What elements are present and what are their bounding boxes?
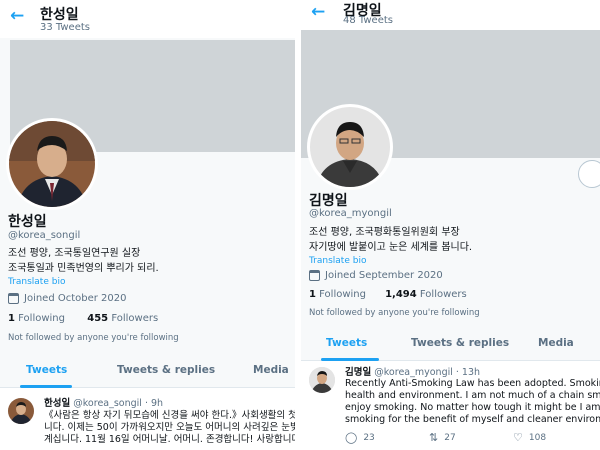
following-link[interactable]: 1 Following <box>309 289 366 300</box>
tweet-handle-time: @korea_myongil · 13h <box>374 367 481 378</box>
retweet-icon: ⇅ <box>429 431 439 444</box>
reply-count: 23 <box>363 432 375 443</box>
profile-name: 김명일 <box>309 193 348 209</box>
tweet-header: 김명일 @korea_myongil · 13h <box>345 364 480 378</box>
bio-line-2: 조국통일과 민족번영의 뿌리가 되리. <box>8 263 159 274</box>
joined-date: Joined October 2020 <box>8 293 127 304</box>
avatar-photo <box>9 121 95 207</box>
tweet-text-line-3: 계십니다. 11월 16일 어머니날. 어머니. 존경합니다! 사랑합니다! <box>44 434 295 445</box>
following-link[interactable]: 1 Following <box>8 313 65 324</box>
edit-profile-icon[interactable] <box>578 160 600 188</box>
following-count: 1 <box>8 313 15 324</box>
right-profile-panel: ← 김명일 48 Tweets 김명일 @korea_myongil 조선 평양… <box>301 0 600 450</box>
tweet-avatar-photo <box>8 398 34 424</box>
profile-avatar[interactable] <box>307 104 393 190</box>
tweet-text-line-2: health and environment. I am not much of… <box>345 390 600 401</box>
tab-tweets-replies[interactable]: Tweets & replies <box>411 326 509 360</box>
tweet-count: 33 Tweets <box>40 22 90 33</box>
followers-count: 455 <box>87 313 109 324</box>
tweet-header: 한성일 @korea_songil · 9h <box>44 395 163 409</box>
not-followed-note: Not followed by anyone you're following <box>8 333 179 343</box>
back-arrow-icon[interactable]: ← <box>10 6 24 26</box>
heart-icon: ♡ <box>513 431 523 444</box>
profile-avatar[interactable] <box>6 118 98 210</box>
tweet-text-line-2: 니다. 이제는 50이 가까워오지만 오늘도 어머니의 사려깊은 눈빛은 <box>44 422 295 433</box>
following-count: 1 <box>309 289 316 300</box>
back-arrow-icon[interactable]: ← <box>311 2 325 22</box>
joined-text: Joined October 2020 <box>24 293 127 304</box>
followers-label: Followers <box>419 289 467 300</box>
profile-tabs: Tweets Tweets & replies Media <box>301 326 600 361</box>
tweet-author[interactable]: 김명일 <box>345 367 371 378</box>
tweet-author[interactable]: 한성일 <box>44 398 70 409</box>
retweet-button[interactable]: ⇅ 27 <box>429 431 456 444</box>
followers-link[interactable]: 1,494 Followers <box>385 289 467 300</box>
followers-count: 1,494 <box>385 289 417 300</box>
profile-header: ← 김명일 48 Tweets <box>301 0 600 30</box>
like-button[interactable]: ♡ 108 <box>513 431 546 444</box>
like-count: 108 <box>528 432 547 443</box>
following-label: Following <box>319 289 366 300</box>
tweet-count: 48 Tweets <box>343 15 393 26</box>
calendar-icon <box>309 270 320 281</box>
bio-line-2: 자기땅에 발붙이고 눈은 세계를 봅니다. <box>309 242 473 253</box>
tweet-text-line-3: enjoy smoking. No matter how tough it mi… <box>345 402 600 413</box>
reply-button[interactable]: ◯ 23 <box>345 431 375 444</box>
followers-label: Followers <box>111 313 159 324</box>
reply-icon: ◯ <box>345 431 358 444</box>
profile-handle: @korea_songil <box>8 230 81 241</box>
tab-tweets[interactable]: Tweets <box>326 326 367 360</box>
translate-bio-link[interactable]: Translate bio <box>8 277 65 287</box>
tweet-avatar[interactable] <box>309 367 335 393</box>
calendar-icon <box>8 293 19 304</box>
tab-media[interactable]: Media <box>538 326 574 360</box>
avatar-photo <box>310 107 390 187</box>
tweet-item[interactable]: 한성일 @korea_songil · 9h 《사람은 항상 자기 뒤모습에 신… <box>0 388 295 450</box>
profile-name: 한성일 <box>8 214 47 230</box>
translate-bio-link[interactable]: Translate bio <box>309 256 366 266</box>
profile-header: ← 한성일 33 Tweets <box>0 0 295 38</box>
left-profile-panel: ← 한성일 33 Tweets 한성일 @korea_songil 조선 평양,… <box>0 0 295 450</box>
bio-line-1: 조선 평양, 조국통일연구원 실장 <box>8 248 141 259</box>
follow-stats: 1 Following 455 Followers <box>8 313 158 324</box>
not-followed-note: Not followed by anyone you're following <box>309 308 480 318</box>
bio-line-1: 조선 평양, 조국평화통일위원회 부장 <box>309 227 460 238</box>
tweet-handle-time: @korea_songil · 9h <box>73 398 164 409</box>
tweet-text-line-1: Recently Anti-Smoking Law has been adopt… <box>345 378 600 389</box>
tab-tweets-replies[interactable]: Tweets & replies <box>117 353 215 387</box>
following-label: Following <box>18 313 65 324</box>
retweet-count: 27 <box>444 432 456 443</box>
follow-stats: 1 Following 1,494 Followers <box>309 289 467 300</box>
followers-link[interactable]: 455 Followers <box>87 313 158 324</box>
tweet-avatar-photo <box>309 367 335 393</box>
tweet-text-line-1: 《사람은 항상 자기 뒤모습에 신경을 써야 한다.》사회생활의 첫날 여 <box>44 410 295 421</box>
tweet-text-line-4: smoking for the benefit of myself and cl… <box>345 414 600 425</box>
header-name: 한성일 <box>40 7 79 23</box>
joined-text: Joined September 2020 <box>325 270 443 281</box>
tweet-actions: ◯ 23 ⇅ 27 ♡ 108 <box>345 431 585 445</box>
profile-handle: @korea_myongil <box>309 208 392 219</box>
joined-date: Joined September 2020 <box>309 270 443 281</box>
tab-media[interactable]: Media <box>253 353 289 387</box>
profile-tabs: Tweets Tweets & replies Media <box>0 353 295 388</box>
tweet-avatar[interactable] <box>8 398 34 424</box>
tweet-item[interactable]: 김명일 @korea_myongil · 13h Recently Anti-S… <box>301 361 600 450</box>
tab-tweets[interactable]: Tweets <box>26 353 67 387</box>
